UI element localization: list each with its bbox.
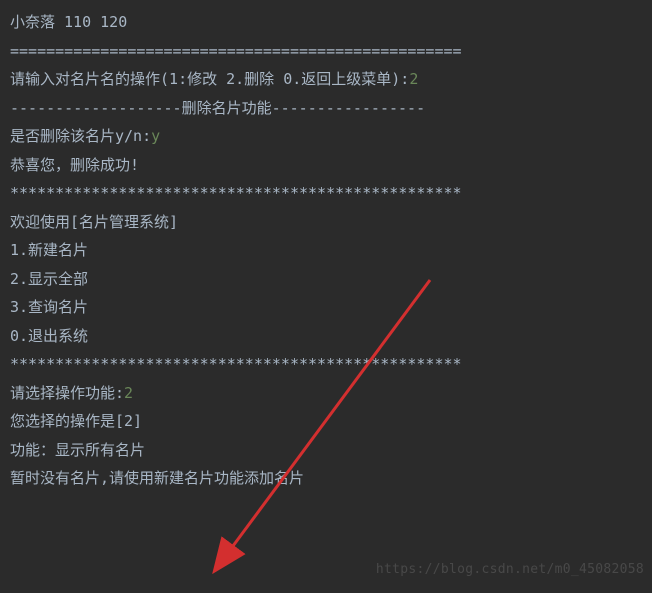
output-line-divider-equals: ========================================… xyxy=(10,37,642,66)
output-line-selected: 您选择的操作是[2] xyxy=(10,407,642,436)
output-line-select-prompt: 请选择操作功能:2 xyxy=(10,379,642,408)
prompt-text: 请选择操作功能: xyxy=(10,384,124,402)
output-line-name-row: 小奈落 110 120 xyxy=(10,8,642,37)
prompt-text: 请输入对名片名的操作(1:修改 2.删除 0.返回上级菜单): xyxy=(10,70,409,88)
output-line-action-prompt: 请输入对名片名的操作(1:修改 2.删除 0.返回上级菜单):2 xyxy=(10,65,642,94)
output-line-menu-3: 3.查询名片 xyxy=(10,293,642,322)
output-line-menu-1: 1.新建名片 xyxy=(10,236,642,265)
output-line-menu-0: 0.退出系统 xyxy=(10,322,642,351)
prompt-text: 是否删除该名片y/n: xyxy=(10,127,151,145)
output-line-menu-2: 2.显示全部 xyxy=(10,265,642,294)
output-line-feature: 功能：显示所有名片 xyxy=(10,436,642,465)
output-line-empty-msg: 暂时没有名片,请使用新建名片功能添加名片 xyxy=(10,464,642,493)
output-line-delete-header: -------------------删除名片功能---------------… xyxy=(10,94,642,123)
output-line-divider-stars-bottom: ****************************************… xyxy=(10,350,642,379)
user-input: y xyxy=(151,127,160,145)
user-input: 2 xyxy=(409,70,418,88)
output-line-confirm-prompt: 是否删除该名片y/n:y xyxy=(10,122,642,151)
output-line-success: 恭喜您，删除成功! xyxy=(10,151,642,180)
output-line-divider-stars-top: ****************************************… xyxy=(10,179,642,208)
user-input: 2 xyxy=(124,384,133,402)
watermark-text: https://blog.csdn.net/m0_45082058 xyxy=(376,558,644,583)
output-line-welcome: 欢迎使用[名片管理系统] xyxy=(10,208,642,237)
